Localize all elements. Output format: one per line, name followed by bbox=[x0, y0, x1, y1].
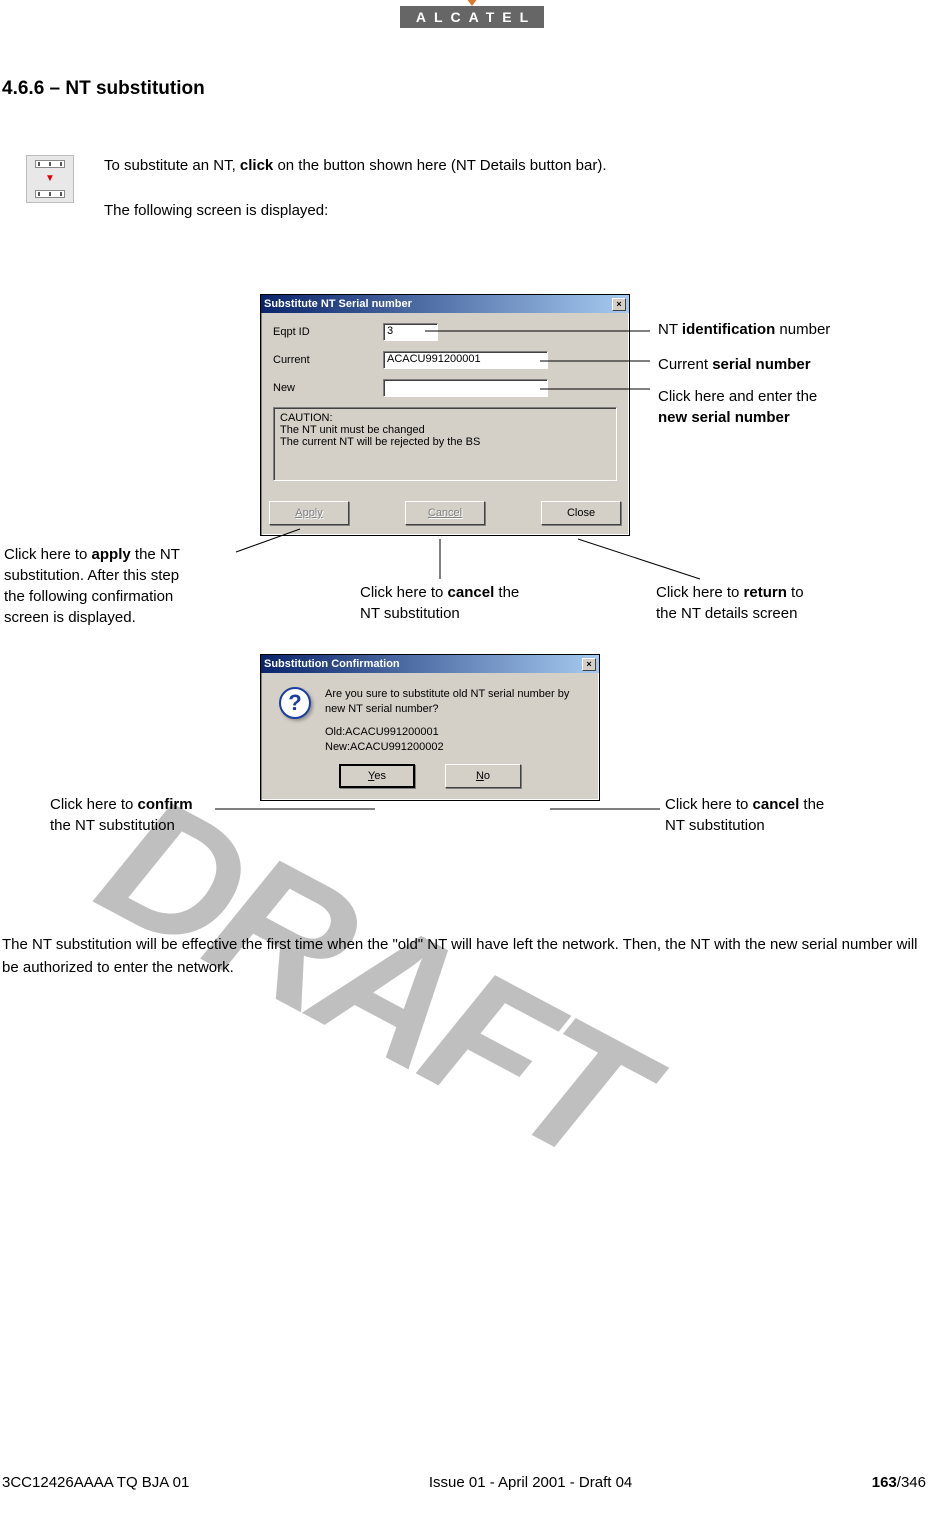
confirmation-dialog: Substitution Confirmation × ? Are you su… bbox=[260, 654, 600, 801]
footer-doc-id: 3CC12426AAAA TQ BJA 01 bbox=[2, 1474, 189, 1491]
callout-return: Click here to return to the NT details s… bbox=[656, 582, 804, 624]
caution-box: CAUTION: The NT unit must be changed The… bbox=[273, 407, 617, 481]
body-paragraph: The NT substitution will be effective th… bbox=[2, 934, 924, 979]
intro-line-1: To substitute an NT, click on the button… bbox=[104, 155, 607, 178]
intro-line-2: The following screen is displayed: bbox=[104, 200, 607, 223]
callout-current-serial: Current serial number bbox=[658, 354, 811, 375]
no-button[interactable]: No bbox=[445, 764, 521, 788]
callout-confirm: Click here to confirm the NT substitutio… bbox=[50, 794, 193, 836]
dialog2-titlebar: Substitution Confirmation × bbox=[261, 655, 599, 673]
current-serial-input: ACACU991200001 bbox=[383, 351, 548, 369]
callout-cancel: Click here to cancel the NT substitution bbox=[360, 582, 519, 624]
callout-new-serial: Click here and enter the new serial numb… bbox=[658, 386, 817, 428]
close-button[interactable]: Close bbox=[541, 501, 621, 525]
section-heading: 4.6.6 – NT substitution bbox=[2, 78, 924, 100]
apply-button[interactable]: Apply bbox=[269, 501, 349, 525]
dialog2-title: Substitution Confirmation bbox=[264, 658, 400, 670]
close-icon[interactable]: × bbox=[582, 658, 596, 671]
question-icon: ? bbox=[279, 687, 311, 719]
nt-substitute-icon: ▼ bbox=[26, 155, 74, 203]
header-logo: ALCATEL bbox=[20, 6, 924, 28]
current-serial-label: Current bbox=[273, 354, 383, 366]
substitute-nt-dialog: Substitute NT Serial number × Eqpt ID 3 … bbox=[260, 294, 630, 536]
confirm-message: Are you sure to substitute old NT serial… bbox=[325, 687, 569, 754]
cancel-button[interactable]: Cancel bbox=[405, 501, 485, 525]
alcatel-logo: ALCATEL bbox=[400, 6, 544, 28]
callout-cancel2: Click here to cancel the NT substitution bbox=[665, 794, 824, 836]
yes-button[interactable]: Yes bbox=[339, 764, 415, 788]
callout-apply: Click here to apply the NT substitution.… bbox=[4, 544, 234, 628]
callout-nt-id: NT identification number bbox=[658, 319, 830, 340]
dialog1-titlebar: Substitute NT Serial number × bbox=[261, 295, 629, 313]
new-serial-input[interactable] bbox=[383, 379, 548, 397]
dialog1-title: Substitute NT Serial number bbox=[264, 298, 412, 310]
footer-issue: Issue 01 - April 2001 - Draft 04 bbox=[429, 1474, 632, 1491]
close-icon[interactable]: × bbox=[612, 298, 626, 311]
eqpt-id-input[interactable]: 3 bbox=[383, 323, 438, 341]
new-serial-label: New bbox=[273, 382, 383, 394]
eqpt-id-label: Eqpt ID bbox=[273, 326, 383, 338]
footer-page-number: 163/346 bbox=[872, 1474, 926, 1491]
